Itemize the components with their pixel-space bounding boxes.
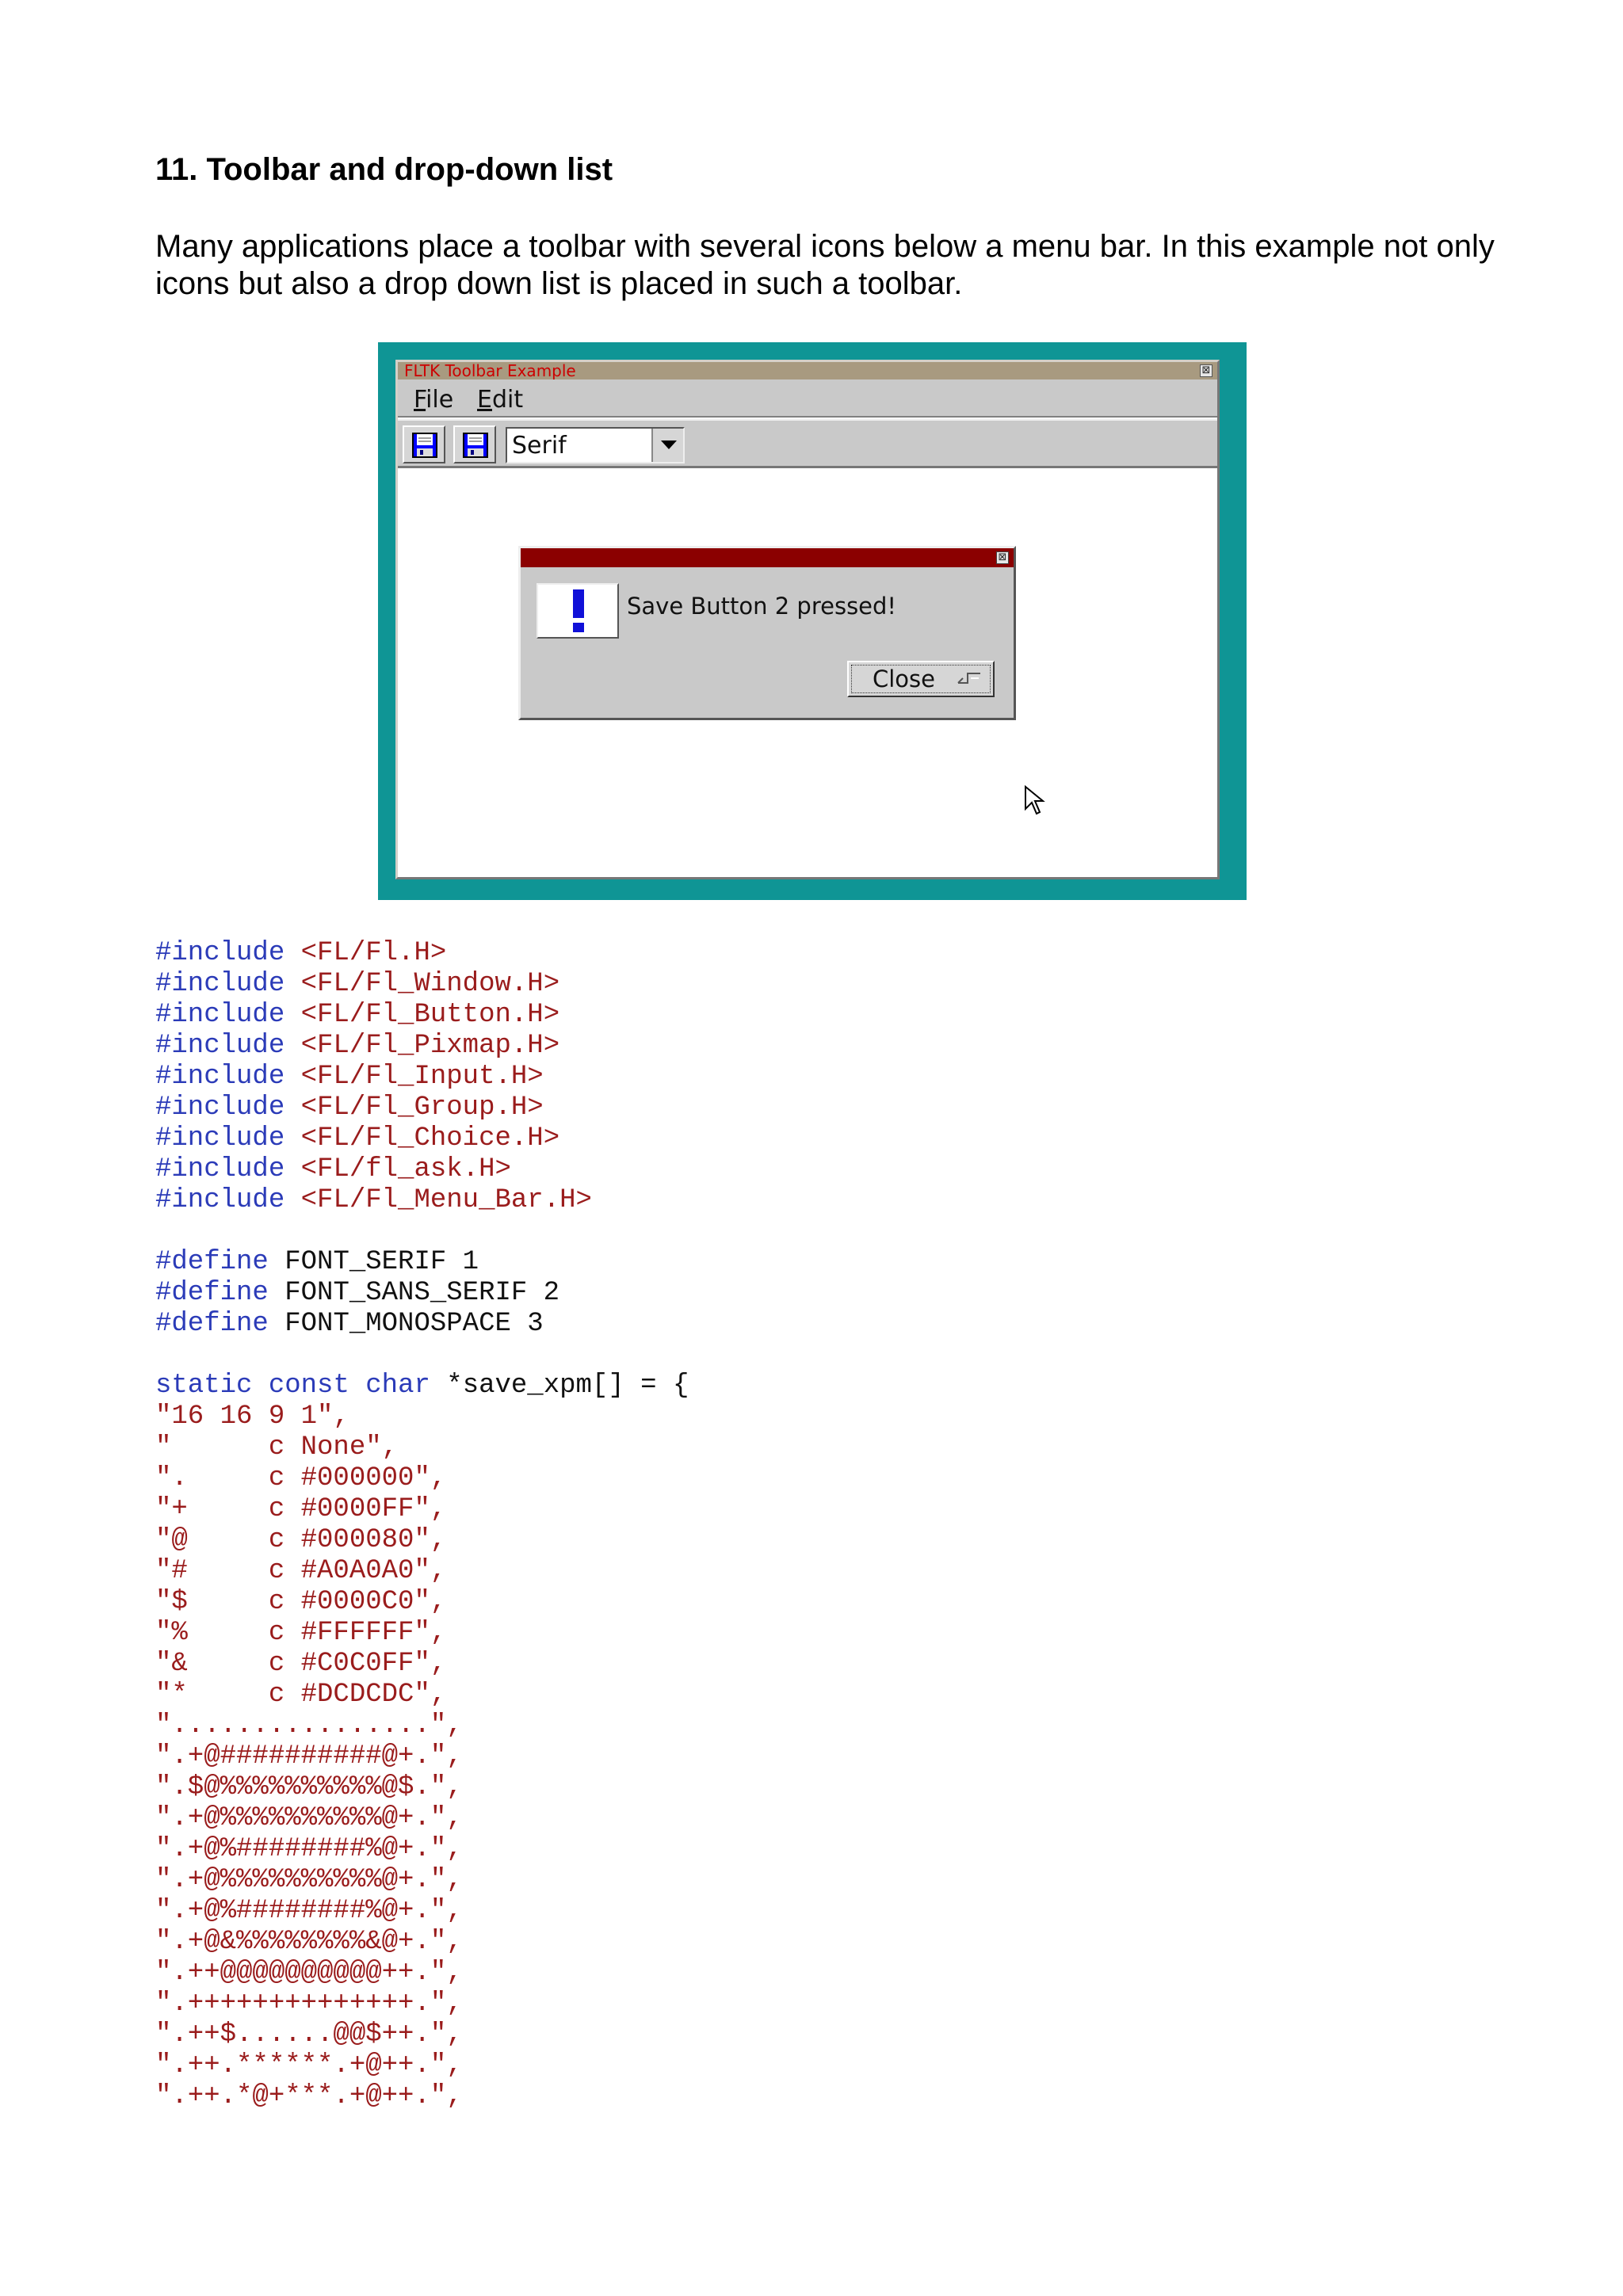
alert-dialog: ⊠ Save Button 2 pressed! Close <box>518 546 1016 720</box>
toolbar: Serif <box>398 419 1217 468</box>
exclamation-dot <box>573 623 584 632</box>
intro-paragraph: Many applications place a toolbar with s… <box>155 228 1503 303</box>
menu-file[interactable]: File <box>414 386 453 414</box>
intro-text: Many applications place a toolbar with s… <box>155 229 1495 301</box>
xpm-line: ".++$......@@$++.", <box>155 2019 463 2050</box>
enter-key-icon <box>957 673 980 684</box>
window-titlebar[interactable]: FLTK Toolbar Example ⊠ <box>398 362 1217 379</box>
xpm-line: "% c #FFFFFF", <box>155 1618 447 1648</box>
save-icon <box>463 433 488 458</box>
code-line: #define FONT_SERIF 1 <box>155 1247 479 1277</box>
code-line: #include <FL/Fl_Button.H> <box>155 1000 560 1030</box>
window-title: FLTK Toolbar Example <box>404 361 576 380</box>
xpm-line: "@ c #000080", <box>155 1525 447 1555</box>
code-line: #include <FL/Fl_Window.H> <box>155 969 560 999</box>
chevron-down-icon[interactable] <box>651 429 683 462</box>
menu-edit[interactable]: Edit <box>477 386 523 414</box>
xpm-line: ".+@%########%@+.", <box>155 1896 463 1926</box>
xpm-line: ".++++++++++++++.", <box>155 1989 463 2019</box>
code-line: #include <FL/Fl_Choice.H> <box>155 1123 560 1154</box>
font-choice-value: Serif <box>512 432 567 460</box>
dialog-titlebar[interactable]: ⊠ <box>521 548 1014 567</box>
close-button-label: Close <box>873 666 935 692</box>
xpm-line: "+ c #0000FF", <box>155 1494 447 1524</box>
xpm-line: ".++@@@@@@@@@@++.", <box>155 1958 463 1988</box>
xpm-line: ".+@##########@+.", <box>155 1741 463 1772</box>
code-line: #include <FL/Fl_Pixmap.H> <box>155 1031 560 1061</box>
xpm-data: "16 16 9 1", " c None", ". c #000000", "+ c… <box>155 1402 689 2112</box>
exclamation-icon <box>537 583 619 639</box>
code-line: #include <FL/Fl.H> <box>155 938 447 968</box>
xpm-line: "* c #DCDCDC", <box>155 1680 447 1710</box>
save-icon <box>412 433 437 458</box>
xpm-line: ".+@%%%%%%%%%%@+.", <box>155 1803 463 1833</box>
xpm-line: " c None", <box>155 1432 399 1463</box>
xpm-line: "$ c #0000C0", <box>155 1587 447 1617</box>
menu-file-mnemonic: F <box>414 386 426 414</box>
code-line: #include <FL/fl_ask.H> <box>155 1154 511 1184</box>
menu-bar: File Edit <box>398 379 1217 418</box>
xpm-line: ".++.******.+@++.", <box>155 2050 463 2081</box>
code-line: #include <FL/Fl_Input.H> <box>155 1062 544 1092</box>
fltk-screenshot: FLTK Toolbar Example ⊠ File Edit Serif ⊠… <box>378 342 1247 900</box>
xpm-line: "& c #C0C0FF", <box>155 1649 447 1679</box>
xpm-line: ".$@%%%%%%%%%%@$.", <box>155 1772 463 1802</box>
xpm-line: "# c #A0A0A0", <box>155 1556 447 1586</box>
save-button-1[interactable] <box>403 425 445 463</box>
dialog-close-icon[interactable]: ⊠ <box>996 551 1009 564</box>
xpm-line: "................", <box>155 1711 463 1741</box>
save-button-2[interactable] <box>453 425 496 463</box>
mouse-cursor-icon <box>1025 785 1045 815</box>
xpm-line: ".++.*@+***.+@++.", <box>155 2081 463 2111</box>
fltk-window: FLTK Toolbar Example ⊠ File Edit Serif ⊠… <box>395 360 1220 879</box>
xpm-line: "16 16 9 1", <box>155 1402 349 1432</box>
code-line: #include <FL/Fl_Menu_Bar.H> <box>155 1185 592 1215</box>
dialog-message: Save Button 2 pressed! <box>627 593 897 620</box>
font-choice-dropdown[interactable]: Serif <box>506 427 685 463</box>
xpm-line: ". c #000000", <box>155 1463 447 1493</box>
code-line: static const char *save_xpm[] = { <box>155 1371 689 1401</box>
close-button[interactable]: Close <box>847 661 995 697</box>
code-listing: #include <FL/Fl.H> #include <FL/Fl_Window… <box>155 938 689 2112</box>
window-close-icon[interactable]: ⊠ <box>1200 364 1212 377</box>
exclamation-bar <box>573 589 584 618</box>
xpm-line: ".+@%%%%%%%%%%@+.", <box>155 1865 463 1895</box>
section-heading: 11. Toolbar and drop-down list <box>155 152 613 187</box>
code-line: #define FONT_SANS_SERIF 2 <box>155 1278 560 1308</box>
xpm-line: ".+@&%%%%%%%%&@+.", <box>155 1927 463 1957</box>
xpm-line: ".+@%########%@+.", <box>155 1834 463 1864</box>
code-line: #define FONT_MONOSPACE 3 <box>155 1309 544 1339</box>
code-line: #include <FL/Fl_Group.H> <box>155 1093 544 1123</box>
menu-edit-mnemonic: E <box>477 386 492 414</box>
